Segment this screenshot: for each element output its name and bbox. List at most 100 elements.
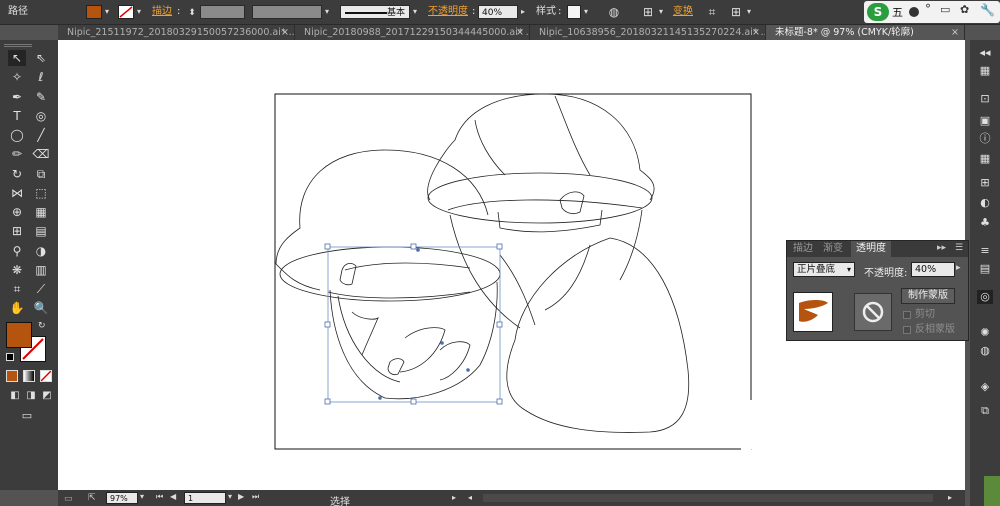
ime-skin-icon[interactable]: ✿ — [960, 3, 969, 16]
ime-quote-icon[interactable]: ° — [925, 2, 931, 16]
variable-width-profile[interactable] — [252, 5, 322, 19]
slice-tool-icon[interactable]: ⟋ — [32, 281, 50, 297]
opacity-dropdown-arrow[interactable]: ▸ — [518, 5, 528, 19]
rotate-tool-icon[interactable]: ↻ — [8, 166, 26, 182]
graphic-styles-panel-icon[interactable]: ◍ — [977, 344, 993, 358]
graphic-style-swatch[interactable] — [567, 5, 581, 19]
clip-checkbox[interactable] — [903, 311, 911, 319]
ime-mode-label[interactable]: 五 — [892, 4, 903, 20]
links-panel-icon[interactable]: ⧉ — [977, 404, 993, 418]
navigator-panel-icon[interactable]: ▣ — [977, 114, 993, 128]
handle-bottom-right[interactable] — [496, 398, 503, 405]
dock-collapse-icon[interactable]: ◂◂ — [977, 46, 993, 60]
stroke-weight-stepper[interactable]: ⬍ — [184, 5, 200, 21]
selection-tool-icon[interactable]: ↖ — [8, 50, 26, 66]
panel-collapse-icon[interactable]: ▸▸ — [937, 243, 946, 253]
document-tab-1[interactable]: Nipic_21511972_20180329150057236000.ai* … — [58, 25, 295, 40]
stroke-label[interactable]: 描边 — [152, 6, 172, 18]
scroll-left-arrow[interactable]: ◂ — [468, 493, 472, 502]
anchor-point[interactable] — [378, 396, 382, 400]
panel-menu-icon[interactable]: ☰ — [955, 243, 963, 253]
curvature-tool-icon[interactable]: ✎ — [32, 89, 50, 105]
handle-bottom-middle[interactable] — [410, 398, 417, 405]
default-colors-icon[interactable] — [6, 353, 14, 361]
swap-fill-stroke-icon[interactable]: ↻ — [38, 321, 46, 331]
opacity-panel-input[interactable]: 40% — [911, 262, 955, 277]
artboard-number-field[interactable]: 1 — [184, 492, 226, 504]
style-dropdown-arrow[interactable]: ▾ — [581, 5, 591, 19]
tab-transparency[interactable]: 透明度 — [851, 241, 891, 257]
zoom-field[interactable]: 97% — [106, 492, 138, 504]
fill-color-box[interactable] — [6, 322, 32, 348]
free-transform-tool-icon[interactable]: ⬚ — [32, 185, 50, 201]
properties-panel-icon[interactable]: ⊡ — [977, 92, 993, 106]
transparency-panel-icon[interactable]: ◎ — [977, 290, 993, 304]
info-panel-icon[interactable]: ⓘ — [977, 132, 993, 146]
isolate-object-icon[interactable]: ⌗ — [704, 4, 720, 20]
transform-label[interactable]: 变换 — [673, 6, 693, 18]
horizontal-scrollbar[interactable] — [483, 494, 933, 502]
lasso-tool-icon[interactable]: ℓ — [32, 69, 50, 85]
make-mask-button[interactable]: 制作蒙版 — [901, 288, 955, 304]
last-artboard-icon[interactable]: ⏭ — [252, 492, 259, 502]
spiral-tool-icon[interactable]: ◎ — [32, 108, 50, 124]
blend-mode-select[interactable]: 正片叠底 ▾ — [793, 262, 855, 277]
tab-close-icon[interactable]: × — [516, 25, 524, 40]
invert-mask-checkbox[interactable] — [903, 326, 911, 334]
screen-mode-icon[interactable]: ▭ — [18, 408, 36, 424]
anchor-point[interactable] — [466, 368, 470, 372]
tab-gradient[interactable]: 渐变 — [823, 241, 843, 257]
next-artboard-icon[interactable]: ▶ — [238, 492, 244, 501]
magic-wand-tool-icon[interactable]: ✧ — [8, 69, 26, 85]
first-artboard-icon[interactable]: ⏮ — [156, 492, 163, 502]
line-tool-icon[interactable]: ╱ — [32, 127, 50, 143]
scroll-right-arrow[interactable]: ▸ — [948, 493, 952, 502]
artboard-tool-icon[interactable]: ⌗ — [8, 281, 26, 297]
gradient-panel-icon[interactable]: ▤ — [977, 262, 993, 276]
symbol-sprayer-tool-icon[interactable]: ❋ — [8, 262, 26, 278]
opacity-panel-arrow[interactable]: ▸ — [956, 263, 961, 273]
ime-settings-wrench-icon[interactable]: 🔧 — [980, 3, 995, 17]
eyedropper-tool-icon[interactable]: ⚲ — [8, 243, 26, 259]
stroke-panel-icon[interactable]: ≡ — [977, 244, 993, 258]
stroke-weight-field[interactable] — [200, 5, 245, 19]
pen-tool-icon[interactable]: ✒ — [8, 89, 26, 105]
handle-top-middle[interactable] — [410, 243, 417, 250]
handle-middle-right[interactable] — [496, 321, 503, 328]
mask-empty-slot[interactable] — [854, 293, 892, 331]
grid-panel-icon[interactable]: ⊞ — [977, 176, 993, 190]
eraser-tool-icon[interactable]: ⌫ — [32, 146, 50, 162]
appearance-panel-icon[interactable]: ✺ — [977, 326, 993, 340]
arrange-dropdown-arrow[interactable]: ▾ — [744, 5, 754, 19]
color-mode-icon[interactable] — [6, 370, 18, 382]
column-graph-tool-icon[interactable]: ▥ — [32, 262, 50, 278]
fill-swatch[interactable] — [86, 5, 102, 19]
fill-dropdown-arrow[interactable]: ▾ — [102, 5, 112, 19]
tab-stroke[interactable]: 描边 — [793, 241, 813, 257]
color-guide-panel-icon[interactable]: ◐ — [977, 196, 993, 210]
document-tab-3[interactable]: Nipic_10638956_20180321145135270224.ai* … — [530, 25, 766, 40]
mesh-tool-icon[interactable]: ⊞ — [8, 223, 26, 239]
zoom-tool-icon[interactable]: 🔍 — [32, 300, 50, 316]
document-tab-active[interactable]: 未标题-8* @ 97% (CMYK/轮廓) × — [766, 25, 965, 40]
recolor-artwork-icon[interactable]: ◍ — [606, 4, 622, 20]
draw-inside-icon[interactable]: ◩ — [38, 388, 56, 404]
align-icon[interactable]: ⊞ — [640, 4, 656, 20]
prev-artboard-icon[interactable]: ◀ — [170, 492, 176, 501]
artboard-dropdown-arrow[interactable]: ▾ — [228, 492, 232, 501]
scale-tool-icon[interactable]: ⧉ — [32, 166, 50, 182]
stroke-swatch[interactable] — [118, 5, 134, 19]
tab-close-icon[interactable]: × — [752, 25, 760, 40]
layers-panel-icon[interactable]: ◈ — [977, 380, 993, 394]
brush-dropdown-arrow[interactable]: ▾ — [410, 5, 420, 19]
anchor-point[interactable] — [416, 248, 420, 252]
status-menu-arrow[interactable]: ▸ — [452, 493, 456, 502]
stroke-dropdown-arrow[interactable]: ▾ — [134, 5, 144, 19]
profile-dropdown-arrow[interactable]: ▾ — [322, 5, 332, 19]
handle-top-left[interactable] — [324, 243, 331, 250]
opacity-input[interactable]: 40% — [478, 5, 518, 19]
tab-close-icon[interactable]: × — [281, 25, 289, 40]
sogou-logo-icon[interactable]: S — [867, 3, 889, 21]
status-app-icon[interactable]: ▭ — [64, 494, 73, 504]
document-tab-2[interactable]: Nipic_20180988_20171229150344445000.ai* … — [295, 25, 530, 40]
